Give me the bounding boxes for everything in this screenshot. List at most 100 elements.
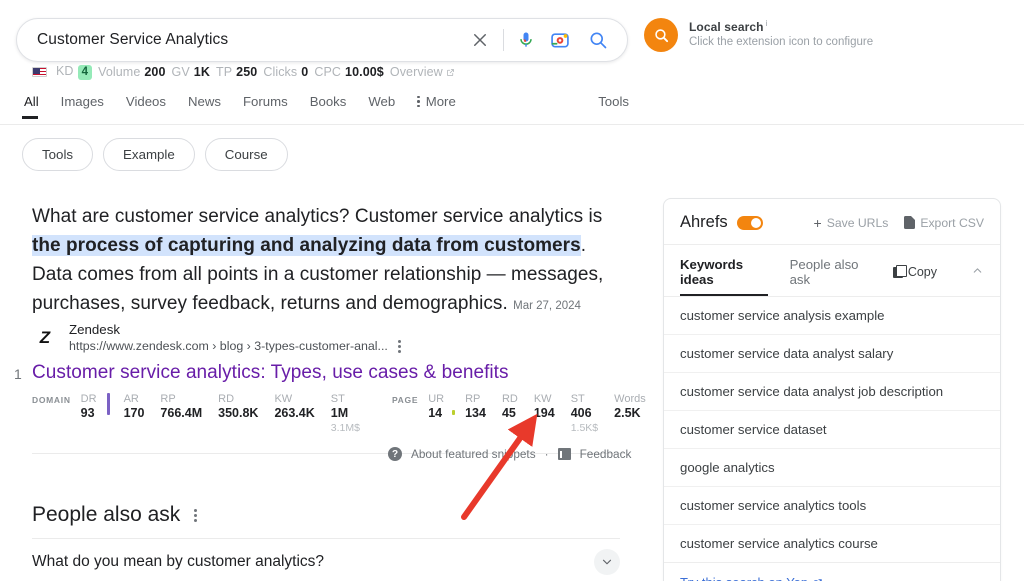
metric-cpc: CPC 10.00$: [314, 65, 384, 79]
local-search-notice: Local search i Click the extension icon t…: [644, 18, 873, 52]
page-metrics-label: PAGE: [391, 395, 419, 405]
export-csv-button[interactable]: Export CSV: [904, 216, 984, 230]
question-mark-icon: ?: [388, 447, 402, 461]
more-options-icon[interactable]: [397, 339, 401, 353]
list-item[interactable]: customer service analytics course: [664, 525, 1000, 562]
ahrefs-panel-tabs: Keywords ideas People also ask Copy: [664, 245, 1000, 296]
chip-course[interactable]: Course: [204, 138, 288, 171]
search-divider: [503, 29, 504, 51]
try-search-on-yep-link[interactable]: Try this search on Yep: [664, 562, 1000, 581]
close-icon[interactable]: [465, 25, 495, 55]
metric-gv-label: GV: [171, 65, 190, 79]
list-item[interactable]: customer service analysis example: [664, 297, 1000, 335]
filter-chips: Tools Example Course: [22, 138, 288, 171]
metric-kd-label: KD: [56, 64, 74, 78]
search-result: 1 Z Zendesk https://www.zendesk.com › bl…: [14, 322, 632, 384]
metric-tp: TP 250: [216, 65, 257, 79]
domain-metric-st-sub: 3.1M$: [330, 422, 360, 434]
page-metric-st-sub: 1.5K$: [570, 422, 599, 434]
copy-button[interactable]: Copy: [892, 264, 937, 288]
tab-people-also-ask[interactable]: People also ask: [790, 257, 871, 296]
chip-tools[interactable]: Tools: [22, 138, 94, 171]
ahrefs-panel-actions: + Save URLs Export CSV: [814, 216, 985, 230]
list-item[interactable]: customer service data analyst job descri…: [664, 373, 1000, 411]
search-icon[interactable]: [583, 25, 613, 55]
result-url: https://www.zendesk.com › blog › 3-types…: [69, 339, 401, 355]
ahrefs-brand-label: Ahrefs: [680, 213, 728, 231]
info-icon: i: [765, 19, 768, 29]
zendesk-logo-icon: Z: [32, 325, 58, 352]
chip-example[interactable]: Example: [103, 138, 195, 171]
tools-button[interactable]: Tools: [598, 94, 629, 109]
chevron-up-icon[interactable]: [971, 264, 984, 289]
tab-keywords-ideas[interactable]: Keywords ideas: [680, 257, 768, 296]
chevron-down-icon[interactable]: [594, 549, 620, 575]
tab-more[interactable]: More: [406, 92, 467, 119]
about-featured-snippets-link[interactable]: About featured snippets: [411, 447, 536, 461]
page-metric-rp-key: RP: [465, 393, 481, 405]
domain-metric-ar: AR 170: [124, 392, 145, 421]
domain-metric-rd: RD 350.8K: [218, 392, 258, 421]
featured-snippet: What are customer service analytics? Cus…: [32, 202, 620, 321]
page-metric-ur-value: 14: [428, 406, 443, 420]
microphone-icon[interactable]: [513, 25, 539, 55]
export-csv-label: Export CSV: [920, 215, 984, 230]
paa-question-row[interactable]: What do you mean by customer analytics?: [32, 549, 620, 575]
search-nav-tabs: All Images Videos News Forums Books Web …: [0, 92, 1024, 125]
metric-kd: KD 4: [56, 64, 93, 80]
favicon-mark: Z: [39, 328, 51, 348]
domain-metric-ar-key: AR: [123, 393, 139, 405]
list-item[interactable]: customer service data analyst salary: [664, 335, 1000, 373]
metric-volume-label: Volume: [98, 65, 141, 79]
copy-icon: [892, 264, 907, 278]
domain-metric-ar-value: 170: [123, 406, 145, 420]
feedback-link[interactable]: Feedback: [580, 447, 632, 461]
ahrefs-brand: Ahrefs: [680, 213, 763, 232]
page-metric-rd-value: 45: [501, 406, 516, 420]
list-item[interactable]: google analytics: [664, 449, 1000, 487]
page-metric-kw-key: KW: [533, 393, 552, 405]
tab-forums[interactable]: Forums: [232, 92, 299, 119]
tab-images[interactable]: Images: [50, 92, 115, 119]
metric-clicks-label: Clicks: [263, 65, 298, 79]
list-item[interactable]: customer service analytics tools: [664, 487, 1000, 525]
footer-separator: ·: [544, 447, 549, 461]
tab-news[interactable]: News: [177, 92, 232, 119]
page-metric-rd: RD 45: [502, 392, 518, 421]
page-metric-st: ST 406 1.5K$: [571, 392, 598, 435]
page-metric-words-key: Words: [614, 393, 646, 405]
metric-gv: GV 1K: [172, 65, 210, 79]
search-header: Customer Service Analytics Local search …: [0, 0, 1024, 62]
keyword-ideas-list: customer service analysis example custom…: [664, 296, 1000, 562]
page-metric-words: Words 2.5K: [614, 392, 646, 421]
result-rank: 1: [14, 366, 22, 382]
more-options-icon: [417, 95, 420, 108]
list-item[interactable]: customer service dataset: [664, 411, 1000, 449]
search-box[interactable]: Customer Service Analytics: [16, 18, 628, 62]
domain-metric-rd-key: RD: [218, 393, 235, 405]
google-lens-icon[interactable]: [545, 25, 575, 55]
tab-books[interactable]: Books: [299, 92, 358, 119]
page-metric-st-value: 406: [570, 406, 592, 420]
page-metric-ur-key: UR: [428, 393, 445, 405]
page-metric-ur: UR 14: [428, 392, 444, 421]
search-input[interactable]: Customer Service Analytics: [17, 31, 465, 49]
ahrefs-seo-metrics-bar: DOMAIN DR 93 AR 170 RP 766.4M RD 350.8K …: [32, 392, 646, 454]
page-metric-words-value: 2.5K: [614, 406, 641, 420]
result-title-link[interactable]: Customer service analytics: Types, use c…: [32, 362, 632, 384]
featured-snippet-footer: ? About featured snippets · Feedback: [388, 447, 631, 461]
plus-icon: +: [813, 214, 822, 231]
tab-videos[interactable]: Videos: [115, 92, 177, 119]
ur-gauge-bar: [452, 410, 456, 415]
domain-metric-kw-value: 263.4K: [274, 406, 315, 420]
metric-clicks-value: 0: [301, 65, 309, 79]
tab-web[interactable]: Web: [357, 92, 406, 119]
tab-all[interactable]: All: [22, 92, 50, 119]
paa-question-text: What do you mean by customer analytics?: [32, 553, 325, 570]
metric-cpc-label: CPC: [314, 65, 342, 79]
overview-link[interactable]: Overview: [390, 65, 455, 79]
save-urls-button[interactable]: + Save URLs: [814, 216, 889, 230]
more-options-icon[interactable]: [194, 508, 198, 522]
metric-volume: Volume 200: [98, 65, 165, 79]
ahrefs-toggle[interactable]: [736, 215, 763, 230]
